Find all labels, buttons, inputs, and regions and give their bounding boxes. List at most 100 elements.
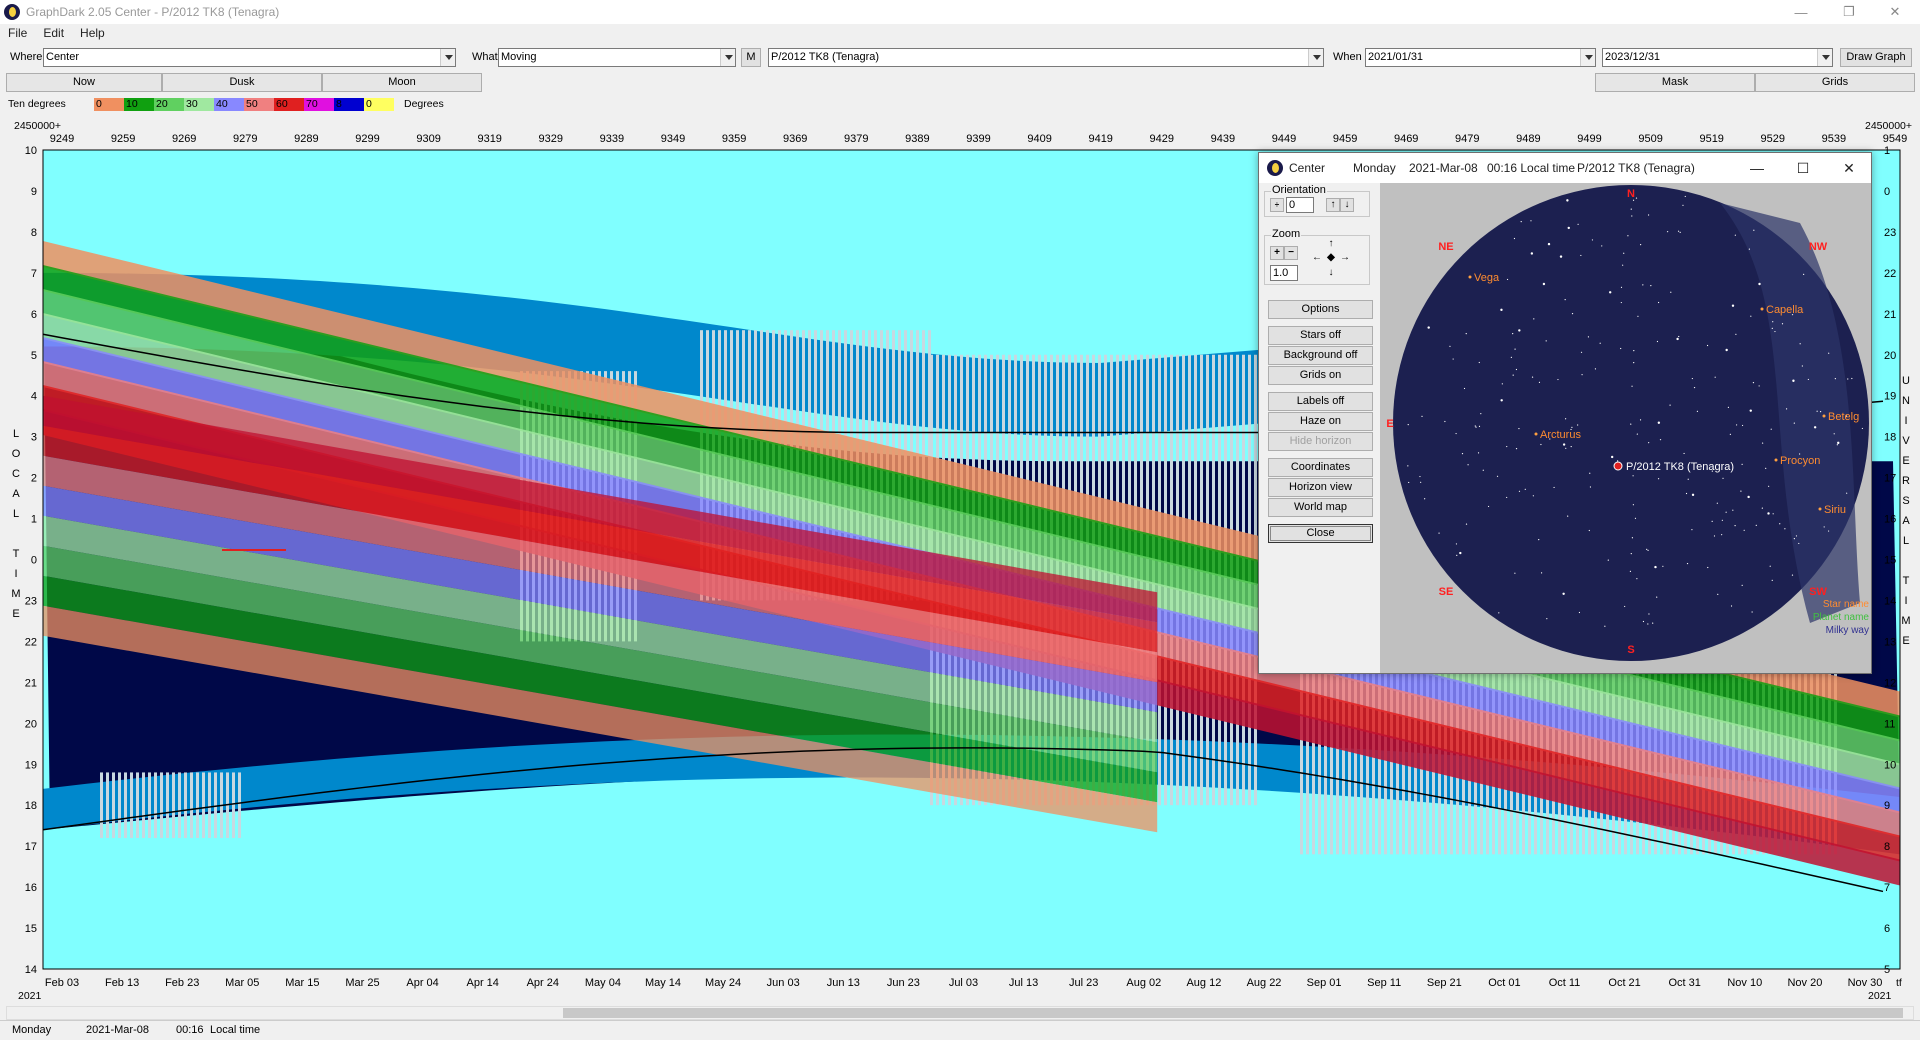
- pan-down-icon[interactable]: ↓: [1324, 267, 1338, 281]
- star-dot: [1639, 419, 1642, 421]
- dialog-maximize-button[interactable]: ☐: [1783, 156, 1823, 180]
- universal-time-tick: 20: [1884, 350, 1896, 362]
- jd-tick-label: 9389: [905, 133, 929, 145]
- date-tick-label: Jul 13: [1009, 977, 1038, 989]
- close-button[interactable]: ✕: [1872, 0, 1918, 24]
- moonlight-stripe: [214, 772, 217, 838]
- minimize-button[interactable]: —: [1778, 0, 1824, 24]
- date-tick-label: Nov 30: [1848, 977, 1883, 989]
- pan-left-icon[interactable]: ←: [1310, 252, 1324, 266]
- star-dot: [1506, 278, 1509, 281]
- moonlight-stripe: [202, 772, 205, 838]
- what-select[interactable]: Moving: [498, 48, 736, 67]
- compass-ne: NE: [1438, 241, 1453, 253]
- star-dot: [1571, 313, 1574, 315]
- moonlight-stripe: [238, 772, 241, 838]
- star-dot: [1847, 378, 1849, 380]
- labels-off-button[interactable]: Labels off: [1268, 392, 1373, 411]
- star-dot: [1631, 537, 1634, 539]
- from-date-select[interactable]: 2021/01/31: [1365, 48, 1596, 67]
- zoom-out-icon[interactable]: −: [1284, 246, 1298, 260]
- jd-tick-label: 9259: [111, 133, 135, 145]
- mask-button[interactable]: Mask: [1595, 73, 1755, 92]
- star-dot: [1731, 304, 1735, 307]
- right-corner-label: tf: [1896, 977, 1902, 989]
- star-dot: [1717, 593, 1719, 595]
- object-select[interactable]: P/2012 TK8 (Tenagra): [768, 48, 1324, 67]
- chevron-down-icon[interactable]: [720, 49, 735, 66]
- chevron-down-icon[interactable]: [1580, 49, 1595, 66]
- now-button[interactable]: Now: [6, 73, 162, 92]
- zoom-input[interactable]: 1.0: [1270, 265, 1298, 281]
- dusk-button[interactable]: Dusk: [162, 73, 322, 92]
- dialog-close-button[interactable]: ✕: [1829, 156, 1869, 180]
- pan-center-icon[interactable]: ◆: [1324, 252, 1338, 266]
- moonlight-stripe: [190, 772, 193, 838]
- chevron-down-icon[interactable]: [1817, 49, 1832, 66]
- menu-help[interactable]: Help: [72, 26, 113, 40]
- maximize-button[interactable]: ❐: [1826, 0, 1872, 24]
- pan-right-icon[interactable]: →: [1338, 252, 1352, 266]
- menu-file[interactable]: File: [0, 26, 35, 40]
- sky-map[interactable]: N NE NW E SE SW S Vega Capella Arcturus Betelg Proc…: [1380, 183, 1871, 673]
- coordinates-button[interactable]: Coordinates: [1268, 458, 1373, 477]
- chevron-down-icon[interactable]: [1308, 49, 1323, 66]
- zoom-in-icon[interactable]: +: [1270, 246, 1284, 260]
- hide-horizon-button[interactable]: Hide horizon: [1268, 432, 1373, 451]
- to-date-select[interactable]: 2023/12/31: [1602, 48, 1833, 67]
- where-select[interactable]: Center: [43, 48, 456, 67]
- moonlight-stripe: [160, 772, 163, 838]
- star-dot: [1735, 424, 1738, 426]
- haze-on-button[interactable]: Haze on: [1268, 412, 1373, 431]
- stars-off-button[interactable]: Stars off: [1268, 326, 1373, 345]
- star-dot: [1567, 226, 1570, 230]
- right-axis-title-letter: M: [1901, 615, 1910, 627]
- star-dot: [1627, 235, 1629, 237]
- horizontal-scrollbar[interactable]: [6, 1006, 1914, 1020]
- dialog-title-time: 00:16 Local time: [1487, 161, 1576, 175]
- star-dot: [1420, 481, 1422, 483]
- arrow-down-icon[interactable]: ↓: [1340, 198, 1354, 212]
- star-dot: [1567, 515, 1569, 517]
- star-dot: [1565, 447, 1567, 449]
- draw-graph-button[interactable]: Draw Graph: [1840, 48, 1912, 67]
- star-dot: [1819, 411, 1822, 413]
- arrow-up-icon[interactable]: ↑: [1326, 198, 1340, 212]
- orientation-input[interactable]: 0: [1286, 197, 1314, 213]
- legend-swatch: 0: [364, 98, 394, 111]
- grids-button[interactable]: Grids: [1755, 73, 1915, 92]
- sky-view[interactable]: N NE NW E SE SW S Vega Capella Arcturus Betelg Proc…: [1380, 183, 1871, 673]
- star-dot: [1711, 520, 1713, 522]
- star-dot: [1743, 529, 1745, 531]
- dialog-minimize-button[interactable]: —: [1737, 156, 1777, 180]
- pan-up-icon[interactable]: ↑: [1324, 238, 1338, 252]
- world-map-button[interactable]: World map: [1268, 498, 1373, 517]
- m-button[interactable]: M: [741, 48, 761, 67]
- star-dot: [1659, 439, 1662, 441]
- star-dot: [1633, 362, 1635, 364]
- background-off-button[interactable]: Background off: [1268, 346, 1373, 365]
- chevron-down-icon[interactable]: [440, 49, 455, 66]
- star-dot: [1735, 333, 1737, 335]
- jd-tick-label: 9489: [1516, 133, 1540, 145]
- menu-edit[interactable]: Edit: [35, 26, 72, 40]
- scrollbar-thumb[interactable]: [563, 1008, 1903, 1018]
- grids-on-button[interactable]: Grids on: [1268, 366, 1373, 385]
- star-dot: [1512, 333, 1514, 335]
- left-axis-title-letter: L: [13, 508, 19, 520]
- star-dot: [1601, 245, 1603, 247]
- dialog-close-action-button[interactable]: Close: [1268, 524, 1373, 543]
- legend-planet-name: Planet name: [1813, 612, 1870, 623]
- moon-button[interactable]: Moon: [322, 73, 482, 92]
- options-button[interactable]: Options: [1268, 300, 1373, 319]
- app-window: GraphDark 2.05 Center - P/2012 TK8 (Tena…: [0, 0, 1920, 1040]
- orientation-label: Orientation: [1271, 184, 1327, 196]
- horizon-view-button[interactable]: Horizon view: [1268, 478, 1373, 497]
- star-dot: [1588, 529, 1590, 532]
- star-dot: [1564, 298, 1566, 301]
- star-dot: [1630, 208, 1632, 210]
- star-dot: [1752, 381, 1755, 384]
- orientation-spin-icon[interactable]: ÷: [1270, 198, 1284, 212]
- star-dot: [1734, 525, 1736, 527]
- dialog-title-date: 2021-Mar-08: [1409, 161, 1478, 175]
